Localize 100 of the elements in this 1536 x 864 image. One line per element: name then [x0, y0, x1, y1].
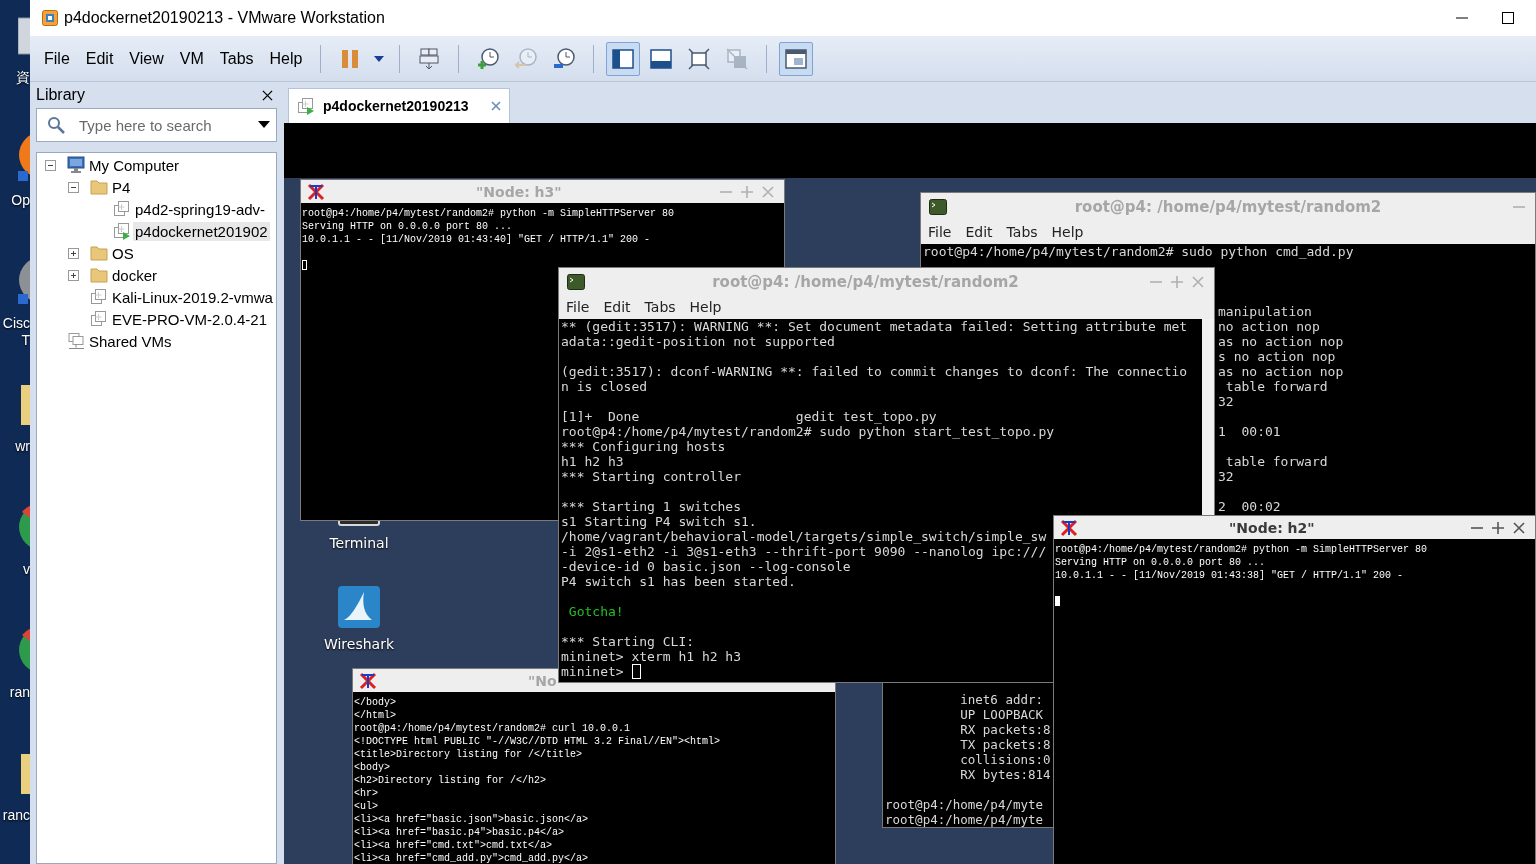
app-icon — [42, 10, 58, 26]
terminal-line: RX bytes:814 — [959, 767, 1051, 782]
window-title: p4dockernet20190213 - VMware Workstation — [64, 9, 385, 27]
tab[interactable]: p4dockernet20190213 — [288, 88, 510, 123]
icon-label: 資 — [16, 69, 30, 86]
tree-item[interactable]: Shared VMs — [87, 331, 174, 351]
folder-icon — [90, 244, 108, 262]
icon-label: Cisc — [2, 315, 30, 332]
menu-item[interactable]: File — [38, 45, 76, 72]
icon-label: ranc — [2, 807, 30, 824]
expand-toggle[interactable] — [68, 247, 79, 259]
search-icon — [47, 116, 65, 134]
window-title: root@p4: /home/p4/mytest/random2 — [711, 272, 1020, 291]
tree-item[interactable]: p4d2-spring19-adv- — [133, 199, 268, 219]
computers-icon — [417, 46, 442, 71]
terminal-line: 1 00:01 — [1218, 424, 1281, 439]
crossed-windows-icon — [725, 46, 750, 71]
terminal-line: -device-id 0 basic.json --log-console — [561, 559, 851, 574]
terminal-line: <h2>Directory listing for /</h2> — [354, 774, 547, 787]
terminal-line: Serving HTTP on 0.0.0.0 port 80 ... — [1055, 556, 1266, 569]
terminal-line: root@p4:/home/p4/mytest/random2# python -m SimpleHTTPServer 80 — [1055, 543, 1428, 556]
tree-item[interactable]: My Computer — [87, 155, 182, 175]
terminal-line: TX packets:8 — [959, 737, 1051, 752]
search-field[interactable]: Type here to search — [77, 115, 258, 135]
collapse-toggle[interactable] — [45, 159, 56, 171]
terminal-line: root@p4:/home/p4/myte — [885, 797, 1044, 812]
terminal-line: <ul> — [354, 800, 378, 813]
menu-item[interactable]: View — [123, 45, 170, 72]
window-title: "Node: h2" — [1229, 519, 1315, 536]
close-icon[interactable] — [490, 101, 501, 111]
toolbar-button[interactable] — [606, 41, 641, 76]
toolbar-button[interactable] — [779, 41, 814, 76]
terminal-line: UP LOOPBACK — [959, 707, 1044, 722]
search-box[interactable]: Type here to search — [36, 108, 277, 142]
terminal-line: <title>Directory listing for /</title> — [354, 748, 583, 761]
icon-label: ran — [9, 684, 30, 701]
minimize-icon — [1456, 17, 1468, 19]
terminal-line: table forward — [1224, 454, 1328, 469]
menu-item[interactable]: Edit — [79, 45, 120, 72]
icon-label: v — [23, 561, 30, 578]
terminal-line: Gotcha! — [567, 604, 624, 619]
clock-wrench-icon — [552, 46, 577, 71]
menu-item[interactable]: Help — [263, 45, 309, 72]
terminal-line: *** Configuring hosts — [561, 439, 726, 454]
menu-item[interactable]: Tabs — [639, 299, 681, 315]
icon-label: Op — [11, 192, 30, 209]
terminal-line: root@p4:/home/p4/mytest/random2# sudo python cmd_add.py — [923, 244, 1354, 259]
terminal-line: 32 — [1218, 469, 1234, 484]
window-title: root@p4: /home/p4/mytest/random2 — [1073, 197, 1383, 216]
panel-title: Library — [36, 86, 85, 104]
menu-item[interactable]: Help — [684, 299, 727, 315]
menu-item[interactable]: File — [923, 224, 957, 240]
menu-item[interactable]: Tabs — [213, 45, 260, 72]
clock-arrow-icon — [514, 46, 539, 71]
collapse-toggle[interactable] — [68, 181, 79, 193]
menu-item[interactable]: Tabs — [1001, 224, 1043, 240]
bottom-bar-layout-icon — [649, 46, 674, 71]
terminal-line: manipulation — [1218, 304, 1312, 319]
terminal-line: table forward — [1224, 379, 1328, 394]
menu-item[interactable]: Edit — [960, 224, 998, 240]
terminal-line: root@p4:/home/p4/mytest/random2# curl 10.0.0.1 — [354, 722, 631, 735]
tree-item[interactable]: Kali-Linux-2019.2-vmwa — [110, 287, 275, 307]
close-button[interactable] — [262, 89, 273, 101]
terminal-line: 2 00:02 — [1218, 499, 1281, 514]
tree-item[interactable]: EVE-PRO-VM-2.0.4-21 — [110, 309, 270, 329]
tree-item[interactable]: docker — [110, 265, 160, 285]
tree-item[interactable]: P4 — [110, 177, 133, 197]
menu-item[interactable]: VM — [173, 45, 210, 72]
terminal-line: s1 Starting P4 switch s1. — [561, 514, 757, 529]
terminal-line: </body> — [354, 696, 396, 709]
icon-label[interactable]: Terminal — [329, 535, 389, 551]
expand-toggle[interactable] — [68, 269, 79, 281]
terminal-line: 32 — [1218, 394, 1234, 409]
terminal-line: 10.0.1.1 - - [11/Nov/2019 01:43:38] "GET / HTTP/1.1" 200 - — [1055, 569, 1404, 582]
terminal-line: <body> — [354, 761, 390, 774]
terminal-line: h1 h2 h3 — [561, 454, 624, 469]
terminal-line: <li><a href="basic.p4">basic.p4</a> — [354, 826, 565, 839]
window-title: "Node: h3" — [476, 183, 562, 200]
scrollbar[interactable] — [1202, 319, 1214, 516]
terminal-line: -i 2@s1-eth2 -i 3@s1-eth3 --thrift-port 9090 --nanolog ipc:/// — [561, 544, 1047, 559]
terminal-line: collisions:0 — [959, 752, 1051, 767]
menu-item[interactable]: File — [561, 299, 595, 315]
terminal-line: RX packets:8 — [959, 722, 1051, 737]
computer-icon — [67, 156, 85, 174]
terminal-line: /home/vagrant/behavioral-model/targets/simple_switch/simple_sw — [561, 529, 1047, 544]
icon-label[interactable]: Wireshark — [323, 636, 395, 652]
terminal-line: mininet> — [561, 664, 641, 679]
terminal-line: as no action nop — [1218, 364, 1344, 379]
fin-icon[interactable] — [338, 586, 380, 628]
terminal-line: </html> — [354, 709, 396, 722]
caret-icon — [258, 121, 270, 129]
menu-item[interactable]: Edit — [598, 299, 636, 315]
tree-item[interactable]: OS — [110, 243, 136, 263]
menu-item[interactable]: Help — [1046, 224, 1089, 240]
tree-item[interactable]: p4dockernet201902 — [133, 221, 270, 241]
network-icon — [67, 332, 85, 350]
terminal-line: <!DOCTYPE html PUBLIC "-//W3C//DTD HTML 3.2 Final//EN"><html> — [354, 735, 721, 748]
terminal-line: <hr> — [354, 787, 378, 800]
terminal-line: Serving HTTP on 0.0.0.0 port 80 ... — [302, 220, 513, 233]
caret-icon — [373, 54, 386, 63]
